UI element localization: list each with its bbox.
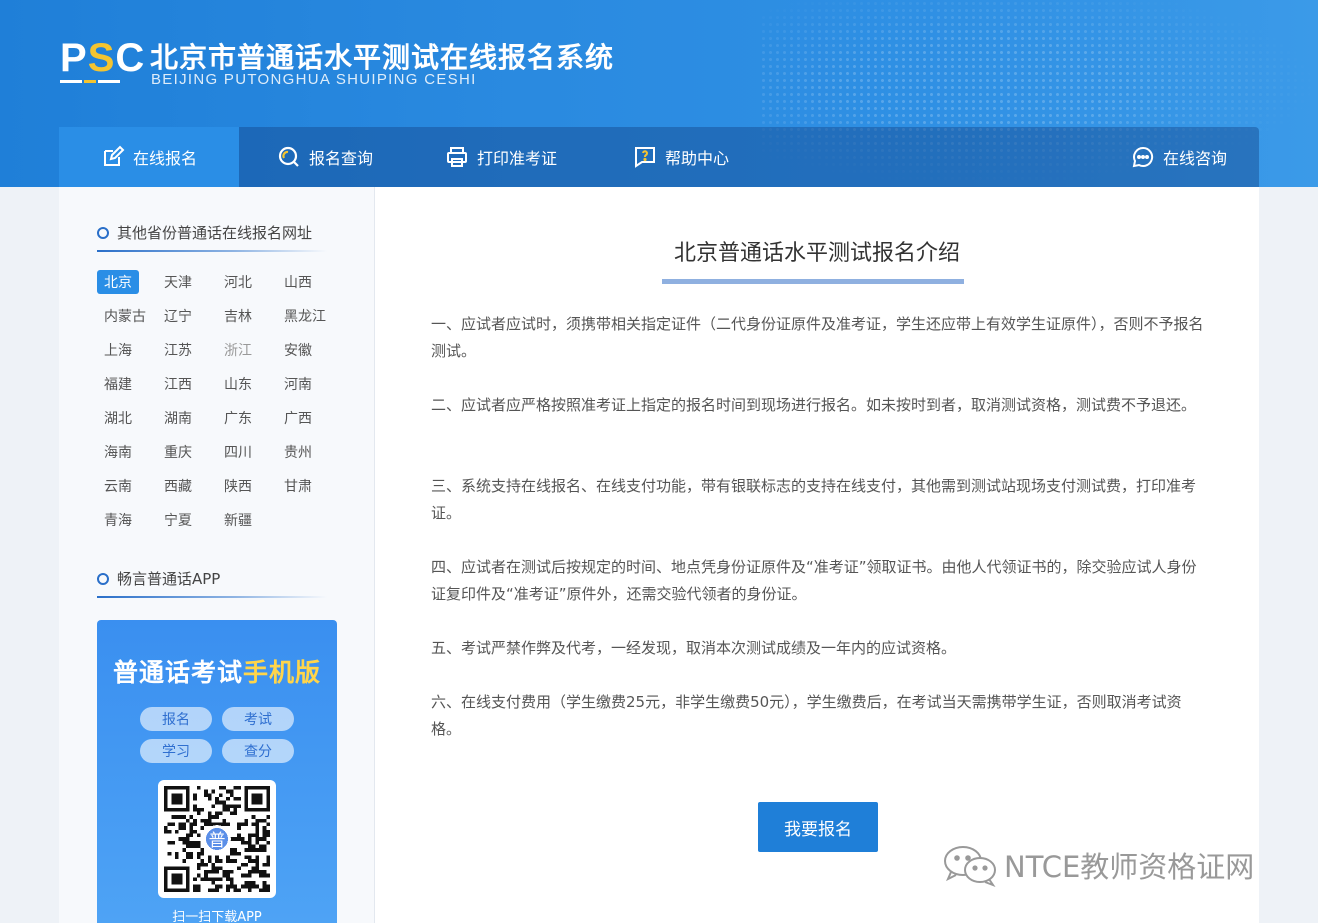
chat-icon xyxy=(1131,145,1155,169)
nav-label: 在线报名 xyxy=(132,149,197,168)
section-underline xyxy=(97,596,327,598)
province-link[interactable]: 广东 xyxy=(217,401,277,435)
register-button[interactable]: 我要报名 xyxy=(758,802,878,852)
province-link[interactable]: 宁夏 xyxy=(157,503,217,537)
circle-bullet-icon xyxy=(97,226,109,239)
province-link[interactable]: 湖北 xyxy=(97,401,157,435)
province-link[interactable]: 甘肃 xyxy=(277,469,337,503)
circle-bullet-icon xyxy=(97,572,109,585)
province-link[interactable]: 内蒙古 xyxy=(97,299,157,333)
printer-icon xyxy=(445,145,469,169)
nav-print-ticket[interactable]: 打印准考证 xyxy=(411,127,591,187)
sidebar: 其他省份普通话在线报名网址 北京 天津 河北 山西内蒙古 辽宁 吉林 黑龙江上海 江苏 浙江 安徽… xyxy=(59,187,375,923)
province-link[interactable]: 山西 xyxy=(277,265,337,299)
intro-paragraph: 一、应试者应试时，须携带相关指定证件（二代身份证原件及准考证，学生还应带上有效学… xyxy=(431,315,1204,360)
province-link[interactable]: 青海 xyxy=(97,503,157,537)
nav-label: 在线咨询 xyxy=(1162,149,1227,168)
app-tag: 查分 xyxy=(222,739,294,763)
main-nav: 在线报名 报名查询 打印准考证 帮助中心 在线咨询 xyxy=(59,127,1259,187)
nav-label: 打印准考证 xyxy=(476,149,557,168)
province-link[interactable]: 福建 xyxy=(97,367,157,401)
province-link[interactable]: 天津 xyxy=(157,265,217,299)
province-link[interactable]: 广西 xyxy=(277,401,337,435)
section-underline xyxy=(97,250,327,252)
app-download-caption: 扫一扫下载APP xyxy=(172,910,262,923)
province-link[interactable]: 云南 xyxy=(97,469,157,503)
province-link[interactable]: 北京 xyxy=(97,265,157,299)
psc-logo[interactable]: PSC xyxy=(60,36,146,88)
app-tag: 报名 xyxy=(140,707,212,731)
watermark: NTCE教师资格证网 xyxy=(942,843,1254,887)
logo-text: PSC xyxy=(60,36,146,80)
intro-paragraph: 五、考试严禁作弊及代考，一经发现，取消本次测试成绩及一年内的应试资格。 xyxy=(431,639,957,657)
province-link[interactable]: 海南 xyxy=(97,435,157,469)
province-link[interactable]: 四川 xyxy=(217,435,277,469)
app-tag: 学习 xyxy=(140,739,212,763)
nav-label: 报名查询 xyxy=(308,149,373,168)
province-link[interactable]: 陕西 xyxy=(217,469,277,503)
app-tag: 考试 xyxy=(222,707,294,731)
province-link[interactable]: 河北 xyxy=(217,265,277,299)
qr-code-image: 普 xyxy=(164,786,270,892)
qr-center-label: 普 xyxy=(209,830,226,850)
province-link[interactable]: 西藏 xyxy=(157,469,217,503)
province-link[interactable]: 山东 xyxy=(217,367,277,401)
help-icon xyxy=(633,145,657,169)
province-link[interactable]: 辽宁 xyxy=(157,299,217,333)
province-link[interactable]: 江苏 xyxy=(157,333,217,367)
page-title: 北京普通话水平测试报名介绍 xyxy=(673,241,960,266)
intro-paragraph: 六、在线支付费用（学生缴费25元，非学生缴费50元），学生缴费后，在考试当天需携… xyxy=(431,693,1182,738)
province-link[interactable]: 吉林 xyxy=(217,299,277,333)
site-title: 北京市普通话水平测试在线报名系统 xyxy=(150,41,615,74)
province-link[interactable]: 河南 xyxy=(277,367,337,401)
main-content: 北京普通话水平测试报名介绍 一、应试者应试时，须携带相关指定证件（二代身份证原件… xyxy=(375,187,1259,923)
qr-code[interactable]: 普 xyxy=(158,780,276,898)
province-link[interactable]: 黑龙江 xyxy=(277,299,337,333)
province-link[interactable]: 上海 xyxy=(97,333,157,367)
province-link[interactable]: 浙江 xyxy=(217,333,277,367)
nav-register-query[interactable]: 报名查询 xyxy=(239,127,411,187)
province-link[interactable]: 湖南 xyxy=(157,401,217,435)
wechat-icon xyxy=(944,846,996,887)
province-link[interactable]: 重庆 xyxy=(157,435,217,469)
province-link[interactable]: 安徽 xyxy=(277,333,337,367)
province-link[interactable]: 江西 xyxy=(157,367,217,401)
province-link[interactable]: 贵州 xyxy=(277,435,337,469)
province-link[interactable]: 新疆 xyxy=(217,503,277,537)
app-section-title: 畅言普通话APP xyxy=(97,568,220,589)
title-underline xyxy=(662,279,964,284)
site-subtitle: BEIJING PUTONGHUA SHUIPING CESHI xyxy=(151,71,477,88)
province-list: 北京 天津 河北 山西内蒙古 辽宁 吉林 黑龙江上海 江苏 浙江 安徽福建 江西 山东 河南湖北 湖南 广东… xyxy=(97,265,337,537)
site-header: PSC 北京市普通话水平测试在线报名系统 BEIJING PUTONGHUA S… xyxy=(0,0,1318,187)
app-card-title: 普通话考试手机版 xyxy=(112,658,322,687)
watermark-text: NTCE教师资格证网 xyxy=(1004,850,1255,884)
provinces-section-title: 其他省份普通话在线报名网址 xyxy=(97,222,312,243)
nav-online-consult[interactable]: 在线咨询 xyxy=(1109,127,1249,187)
intro-paragraph: 四、应试者在测试后按规定的时间、地点凭身份证原件及“准考证”领取证书。由他人代领… xyxy=(431,558,1197,603)
nav-help-center[interactable]: 帮助中心 xyxy=(591,127,771,187)
app-download-card[interactable]: 普通话考试手机版 报名 考试 学习 查分 普 扫一扫下载APP xyxy=(97,620,337,923)
edit-icon xyxy=(101,145,125,169)
search-icon xyxy=(277,145,301,169)
intro-paragraph: 三、系统支持在线报名、在线支付功能，带有银联标志的支持在线支付，其他需到测试站现… xyxy=(431,477,1197,522)
nav-online-register[interactable]: 在线报名 xyxy=(59,127,239,187)
intro-paragraph: 二、应试者应严格按照准考证上指定的报名时间到现场进行报名。如未按时到者，取消测试… xyxy=(431,396,1197,414)
nav-label: 帮助中心 xyxy=(664,149,729,168)
